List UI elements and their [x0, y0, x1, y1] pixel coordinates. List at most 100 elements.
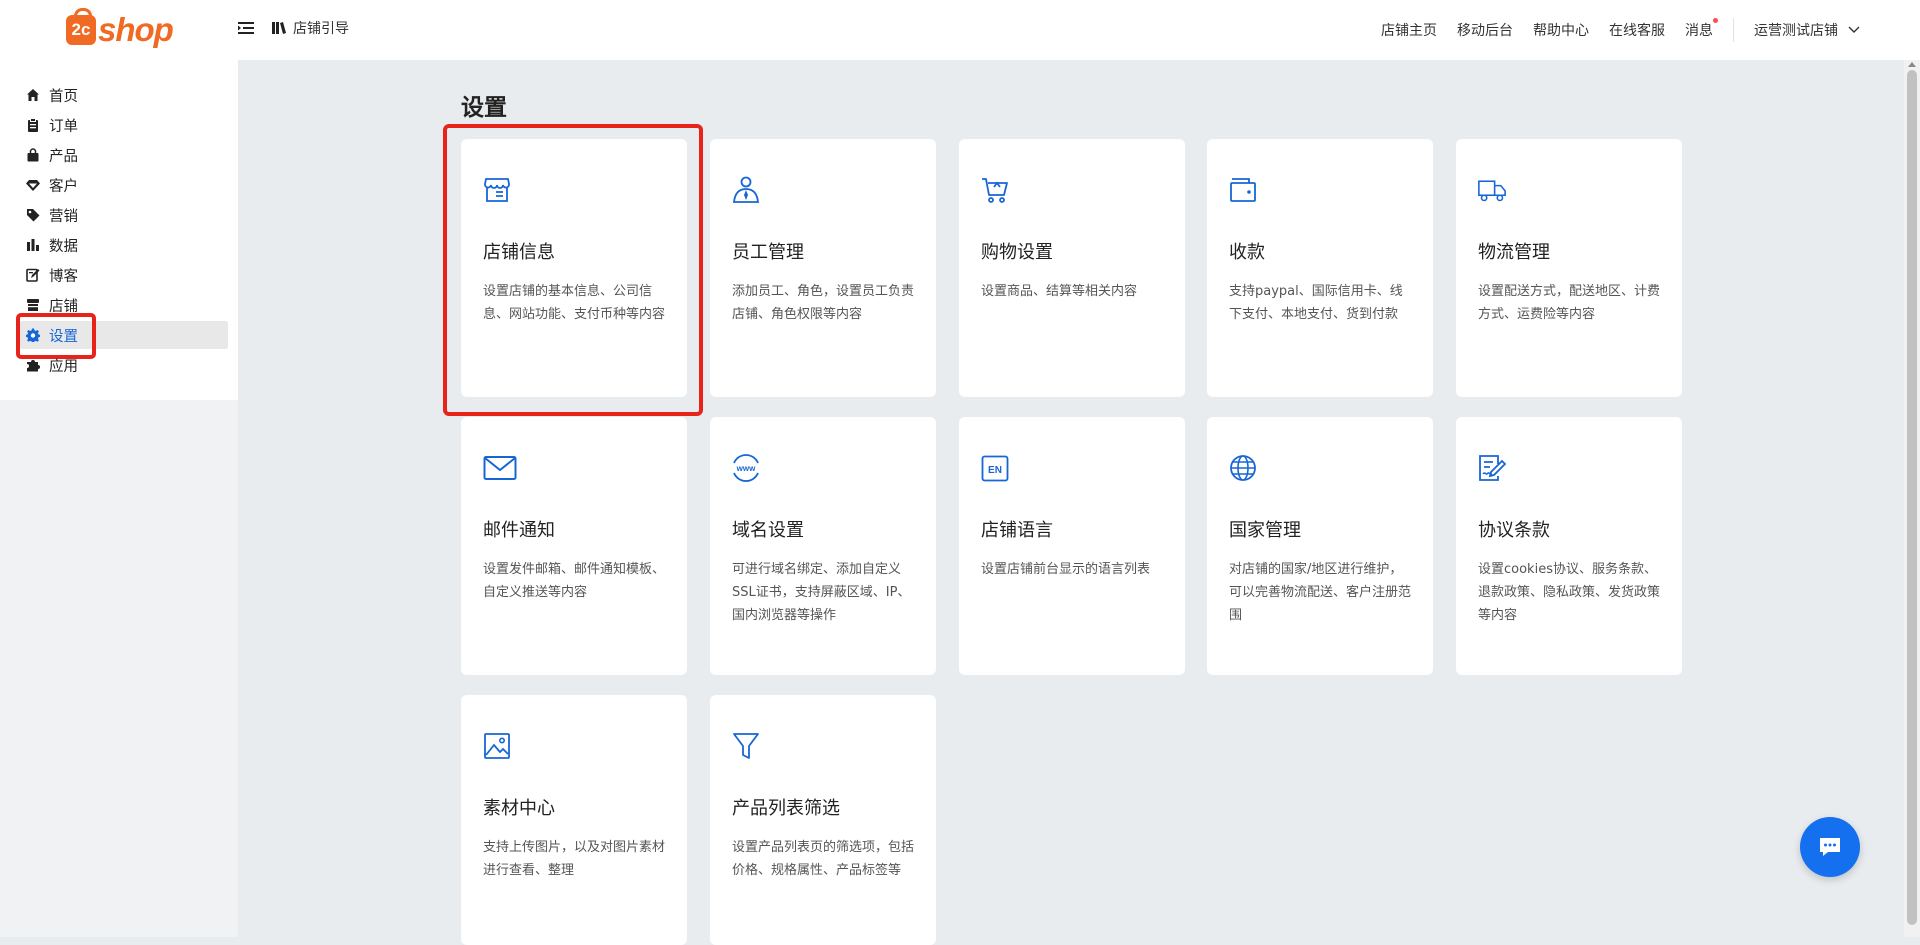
store-info-icon	[484, 178, 510, 202]
store-switcher[interactable]: 运营测试店铺	[1754, 20, 1860, 40]
chevron-down-icon	[1848, 26, 1860, 33]
brand-logo[interactable]: 2c shop	[66, 8, 174, 50]
online-support-link[interactable]: 在线客服	[1609, 20, 1665, 40]
customer-diamond-icon	[26, 178, 40, 192]
card-desc: 设置店铺的基本信息、公司信息、网站功能、支付币种等内容	[483, 284, 666, 322]
settings-card-domain[interactable]: www 域名设置 可进行域名绑定、添加自定义SSL证书，支持屏蔽区域、IP、国内…	[710, 417, 936, 675]
logo-text: shop	[98, 11, 174, 48]
image-icon	[484, 733, 510, 759]
sidebar-item-label: 客户	[49, 178, 78, 195]
sidebar-item-label: 设置	[49, 328, 78, 345]
card-desc: 设置产品列表页的筛选项，包括价格、规格属性、产品标签等	[732, 840, 915, 878]
card-desc: 设置配送方式，配送地区、计费方式、运费险等内容	[1478, 284, 1661, 322]
card-desc: 设置cookies协议、服务条款、退款政策、隐私政策、发货政策等内容	[1478, 562, 1661, 623]
sidebar-item-label: 博客	[49, 268, 78, 285]
card-title: 店铺语言	[981, 520, 1053, 541]
language-en-icon: EN	[981, 455, 1009, 482]
sidebar-item-blog[interactable]: 博客	[0, 260, 238, 290]
filter-funnel-icon	[733, 733, 759, 759]
settings-card-email[interactable]: 邮件通知 设置发件邮箱、邮件通知模板、自定义推送等内容	[461, 417, 687, 675]
card-title: 购物设置	[981, 242, 1053, 263]
unread-dot-icon	[1713, 18, 1718, 23]
help-center-link[interactable]: 帮助中心	[1533, 20, 1589, 40]
sidebar-item-label: 应用	[49, 358, 78, 375]
messages-link[interactable]: 消息	[1685, 18, 1718, 40]
settings-card-payment[interactable]: 收款 支持paypal、国际信用卡、线下支付、本地支付、货到付款	[1207, 139, 1433, 397]
store-name: 运营测试店铺	[1754, 23, 1838, 39]
online-chat-button[interactable]	[1800, 817, 1860, 877]
apps-puzzle-icon	[26, 358, 40, 372]
sidebar-item-settings[interactable]: 设置	[0, 320, 238, 350]
sidebar-item-label: 产品	[49, 148, 78, 165]
sidebar-item-customers[interactable]: 客户	[0, 170, 238, 200]
card-desc: 支持上传图片，以及对图片素材进行查看、整理	[483, 840, 666, 878]
sidebar-item-label: 数据	[49, 238, 78, 255]
sidebar-item-apps[interactable]: 应用	[0, 350, 238, 380]
sidebar-item-data[interactable]: 数据	[0, 230, 238, 260]
data-chart-icon	[26, 238, 40, 252]
card-title: 收款	[1229, 242, 1265, 263]
card-title: 素材中心	[483, 798, 555, 819]
svg-text:www: www	[736, 464, 756, 473]
globe-icon	[1230, 455, 1256, 481]
settings-card-product-filter[interactable]: 产品列表筛选 设置产品列表页的筛选项，包括价格、规格属性、产品标签等	[710, 695, 936, 945]
settings-card-country[interactable]: 国家管理 对店铺的国家/地区进行维护，可以完善物流配送、客户注册范围	[1207, 417, 1433, 675]
sidebar-item-label: 店铺	[49, 298, 78, 315]
settings-card-staff[interactable]: 员工管理 添加员工、角色，设置员工负责店铺、角色权限等内容	[710, 139, 936, 397]
sidebar-item-products[interactable]: 产品	[0, 140, 238, 170]
menu-indent-icon	[238, 22, 254, 34]
settings-card-media[interactable]: 素材中心 支持上传图片，以及对图片素材进行查看、整理	[461, 695, 687, 945]
card-title: 国家管理	[1229, 520, 1301, 541]
card-title: 员工管理	[732, 242, 804, 263]
card-desc: 对店铺的国家/地区进行维护，可以完善物流配送、客户注册范围	[1229, 562, 1412, 623]
store-home-link[interactable]: 店铺主页	[1381, 20, 1437, 40]
card-title: 域名设置	[732, 520, 804, 541]
www-domain-icon: www	[733, 454, 759, 482]
settings-card-shopping[interactable]: 购物设置 设置商品、结算等相关内容	[959, 139, 1185, 397]
guide-book-icon	[272, 22, 286, 34]
card-title: 邮件通知	[483, 520, 555, 541]
settings-card-store-info[interactable]: 店铺信息 设置店铺的基本信息、公司信息、网站功能、支付币种等内容	[461, 139, 687, 397]
card-title: 物流管理	[1478, 242, 1550, 263]
sidebar-nav: 首页 订单 产品 客户 营销 数据 博客 店铺 设置 应用	[0, 80, 238, 380]
chat-bubble-icon	[1820, 838, 1840, 856]
card-desc: 设置商品、结算等相关内容	[981, 284, 1138, 299]
guide-label: 店铺引导	[293, 21, 349, 37]
wallet-icon	[1230, 178, 1256, 202]
mobile-admin-link[interactable]: 移动后台	[1457, 20, 1513, 40]
header-divider	[1733, 18, 1734, 42]
settings-gear-icon	[26, 328, 40, 342]
sidebar-item-home[interactable]: 首页	[0, 80, 238, 110]
page-title: 设置	[461, 95, 507, 121]
card-desc: 可进行域名绑定、添加自定义SSL证书，支持屏蔽区域、IP、国内浏览器等操作	[732, 562, 911, 623]
settings-card-agreement[interactable]: 协议条款 设置cookies协议、服务条款、退款政策、隐私政策、发货政策等内容	[1456, 417, 1682, 675]
sidebar: 首页 订单 产品 客户 营销 数据 博客 店铺 设置 应用	[0, 60, 238, 400]
menu-toggle-button[interactable]	[238, 20, 256, 40]
agreement-icon	[1479, 455, 1506, 481]
scrollbar-thumb[interactable]	[1907, 70, 1917, 925]
page-scrollbar[interactable]	[1904, 60, 1920, 937]
sidebar-item-marketing[interactable]: 营销	[0, 200, 238, 230]
settings-card-logistics[interactable]: 物流管理 设置配送方式，配送地区、计费方式、运费险等内容	[1456, 139, 1682, 397]
home-icon	[26, 88, 40, 102]
card-desc: 设置发件邮箱、邮件通知模板、自定义推送等内容	[483, 562, 666, 600]
top-header: 2c shop 店铺引导 店铺主页 移动后台 帮助中心 在线客服 消息 运营测试…	[0, 0, 1920, 60]
store-guide-link[interactable]: 店铺引导	[272, 18, 349, 38]
scroll-up-arrow-icon[interactable]	[1908, 62, 1916, 67]
card-desc: 设置店铺前台显示的语言列表	[981, 562, 1151, 577]
sidebar-item-label: 订单	[49, 118, 78, 135]
marketing-tag-icon	[26, 208, 40, 222]
card-title: 产品列表筛选	[732, 798, 840, 819]
sidebar-item-label: 首页	[49, 88, 78, 105]
product-bag-icon	[26, 148, 40, 162]
sidebar-item-store[interactable]: 店铺	[0, 290, 238, 320]
card-desc: 添加员工、角色，设置员工负责店铺、角色权限等内容	[732, 284, 915, 322]
settings-card-language[interactable]: EN 店铺语言 设置店铺前台显示的语言列表	[959, 417, 1185, 675]
blog-edit-icon	[26, 268, 40, 282]
staff-icon	[733, 176, 759, 203]
messages-label: 消息	[1685, 23, 1713, 39]
sidebar-item-orders[interactable]: 订单	[0, 110, 238, 140]
shopping-cart-icon	[982, 178, 1008, 203]
truck-icon	[1478, 180, 1506, 202]
sidebar-item-label: 营销	[49, 208, 78, 225]
